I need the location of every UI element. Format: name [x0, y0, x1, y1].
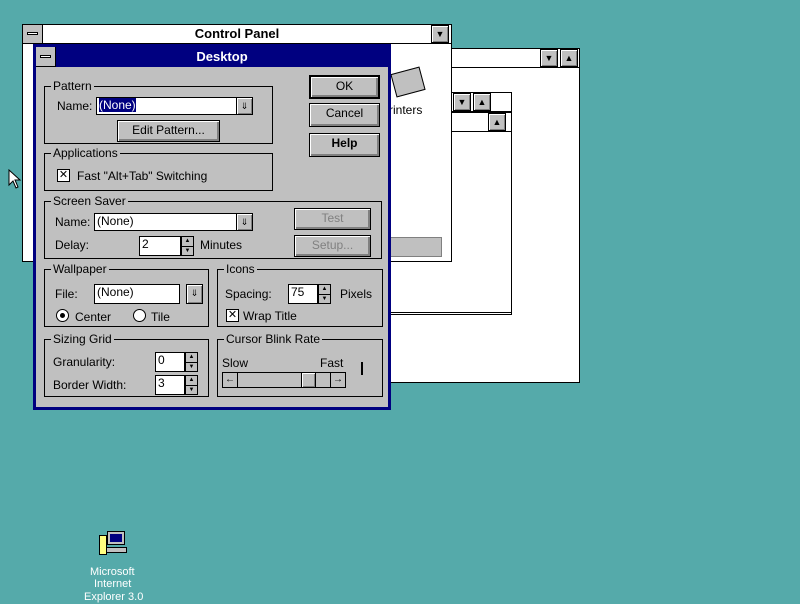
wallpaper-file-value: (None): [97, 285, 134, 299]
scroll-left-icon[interactable]: ←: [223, 373, 238, 387]
minutes-label: Minutes: [200, 238, 243, 252]
ie-label-line2[interactable]: Internet: [94, 577, 131, 591]
center-radio[interactable]: [56, 309, 69, 322]
fast-switch-checkbox[interactable]: ✕: [57, 169, 70, 182]
wallpaper-dropdown-arrow-icon[interactable]: ⇓: [186, 284, 203, 304]
pattern-dropdown-arrow-icon[interactable]: ⇓: [236, 97, 253, 115]
spacing-up-icon[interactable]: ▲: [319, 285, 330, 295]
spacing-spinner[interactable]: ▲ ▼: [318, 284, 331, 304]
printers-icon[interactable]: [390, 66, 426, 98]
border-width-input[interactable]: 3: [155, 375, 185, 395]
delay-input[interactable]: 2: [139, 236, 181, 256]
pattern-group-label: Pattern: [51, 79, 94, 93]
control-panel-statusbar: [388, 237, 442, 257]
maximize-button[interactable]: ▲: [560, 49, 578, 67]
maximize-button[interactable]: ▲: [473, 93, 491, 111]
sizing-grid-group: Sizing Grid Granularity: 0 ▲ ▼ Border Wid…: [44, 332, 209, 397]
border-width-down-icon[interactable]: ▼: [186, 386, 197, 395]
minimize-button[interactable]: ▼: [540, 49, 558, 67]
control-panel-titlebar[interactable]: Control Panel ▼: [23, 25, 451, 44]
pattern-name-value: (None): [99, 98, 136, 112]
sizing-grid-group-label: Sizing Grid: [51, 332, 114, 346]
pattern-group: Pattern Name: (None) ⇓ Edit Pattern...: [44, 79, 273, 144]
setup-button[interactable]: Setup...: [294, 235, 371, 257]
applications-group-label: Applications: [51, 146, 120, 160]
screen-saver-group-label: Screen Saver: [51, 194, 128, 208]
icons-group: Icons Spacing: 75 ▲ ▼ Pixels ✕ Wrap Title: [217, 262, 383, 327]
wrap-title-checkbox[interactable]: ✕: [226, 309, 239, 322]
delay-label: Delay:: [55, 238, 90, 252]
spacing-down-icon[interactable]: ▼: [319, 295, 330, 304]
applications-group: Applications ✕ Fast "Alt+Tab" Switching: [44, 146, 273, 191]
scroll-right-icon[interactable]: →: [330, 373, 345, 387]
blink-rate-scrollbar[interactable]: ← →: [222, 372, 346, 388]
pattern-name-select[interactable]: (None): [96, 97, 237, 115]
minimize-button[interactable]: ▼: [453, 93, 471, 111]
cancel-button[interactable]: Cancel: [309, 103, 380, 127]
minimize-button[interactable]: ▼: [431, 25, 449, 43]
spacing-input[interactable]: 75: [288, 284, 318, 304]
delay-up-icon[interactable]: ▲: [182, 237, 193, 247]
tile-radio[interactable]: [133, 309, 146, 322]
control-menu-icon[interactable]: [23, 25, 43, 43]
granularity-input[interactable]: 0: [155, 352, 185, 372]
ie-label-line3[interactable]: Explorer 3.0: [84, 590, 143, 604]
screen-saver-dropdown-arrow-icon[interactable]: ⇓: [236, 213, 253, 231]
pixels-label: Pixels: [340, 287, 373, 301]
control-menu-icon[interactable]: [36, 47, 56, 67]
wallpaper-file-label: File:: [55, 287, 78, 301]
desktop-dialog-title: Desktop: [196, 49, 248, 64]
border-width-spinner[interactable]: ▲ ▼: [185, 375, 198, 395]
delay-down-icon[interactable]: ▼: [182, 247, 193, 256]
computer-screen: [110, 534, 122, 542]
border-width-label: Border Width:: [53, 378, 127, 392]
cursor-preview: [361, 362, 363, 375]
edit-pattern-button[interactable]: Edit Pattern...: [117, 120, 220, 142]
fast-switch-label[interactable]: Fast "Alt+Tab" Switching: [77, 169, 207, 183]
internet-explorer-icon[interactable]: [99, 529, 129, 561]
wallpaper-file-select[interactable]: (None): [94, 284, 180, 304]
test-button[interactable]: Test: [294, 208, 371, 230]
desktop-dialog[interactable]: Desktop Pattern Name: (None) ⇓ Edit Patt…: [33, 44, 391, 410]
granularity-down-icon[interactable]: ▼: [186, 363, 197, 372]
desktop-dialog-titlebar[interactable]: Desktop: [36, 47, 388, 67]
tile-label[interactable]: Tile: [151, 310, 170, 324]
person: [99, 535, 107, 555]
wallpaper-group-label: Wallpaper: [51, 262, 109, 276]
wallpaper-group: Wallpaper File: (None) ⇓ Center Tile: [44, 262, 209, 327]
wrap-title-label[interactable]: Wrap Title: [243, 309, 297, 323]
screen-saver-group: Screen Saver Name: (None) ⇓ Delay: 2 ▲ ▼ …: [44, 194, 382, 259]
control-panel-title: Control Panel: [194, 26, 280, 41]
granularity-label: Granularity:: [53, 355, 116, 369]
icons-group-label: Icons: [224, 262, 257, 276]
mouse-pointer-icon: [8, 169, 22, 189]
cursor-blink-group-label: Cursor Blink Rate: [224, 332, 323, 346]
spacing-label: Spacing:: [225, 287, 272, 301]
cursor-blink-group: Cursor Blink Rate Slow Fast ← →: [217, 332, 383, 397]
delay-spinner[interactable]: ▲ ▼: [181, 236, 194, 256]
screen-saver-name-select[interactable]: (None): [94, 213, 237, 231]
slow-label: Slow: [222, 356, 249, 370]
fast-label: Fast: [320, 356, 344, 370]
border-width-up-icon[interactable]: ▲: [186, 376, 197, 386]
granularity-up-icon[interactable]: ▲: [186, 353, 197, 363]
screen-saver-name-label: Name:: [55, 215, 91, 229]
blink-rate-thumb[interactable]: [301, 373, 316, 387]
granularity-spinner[interactable]: ▲ ▼: [185, 352, 198, 372]
pattern-name-label: Name:: [57, 99, 93, 113]
help-button[interactable]: Help: [309, 133, 380, 157]
center-label[interactable]: Center: [75, 310, 111, 324]
screen-saver-name-value: (None): [97, 214, 134, 228]
ok-button[interactable]: OK: [309, 75, 380, 99]
maximize-button[interactable]: ▲: [488, 113, 506, 131]
